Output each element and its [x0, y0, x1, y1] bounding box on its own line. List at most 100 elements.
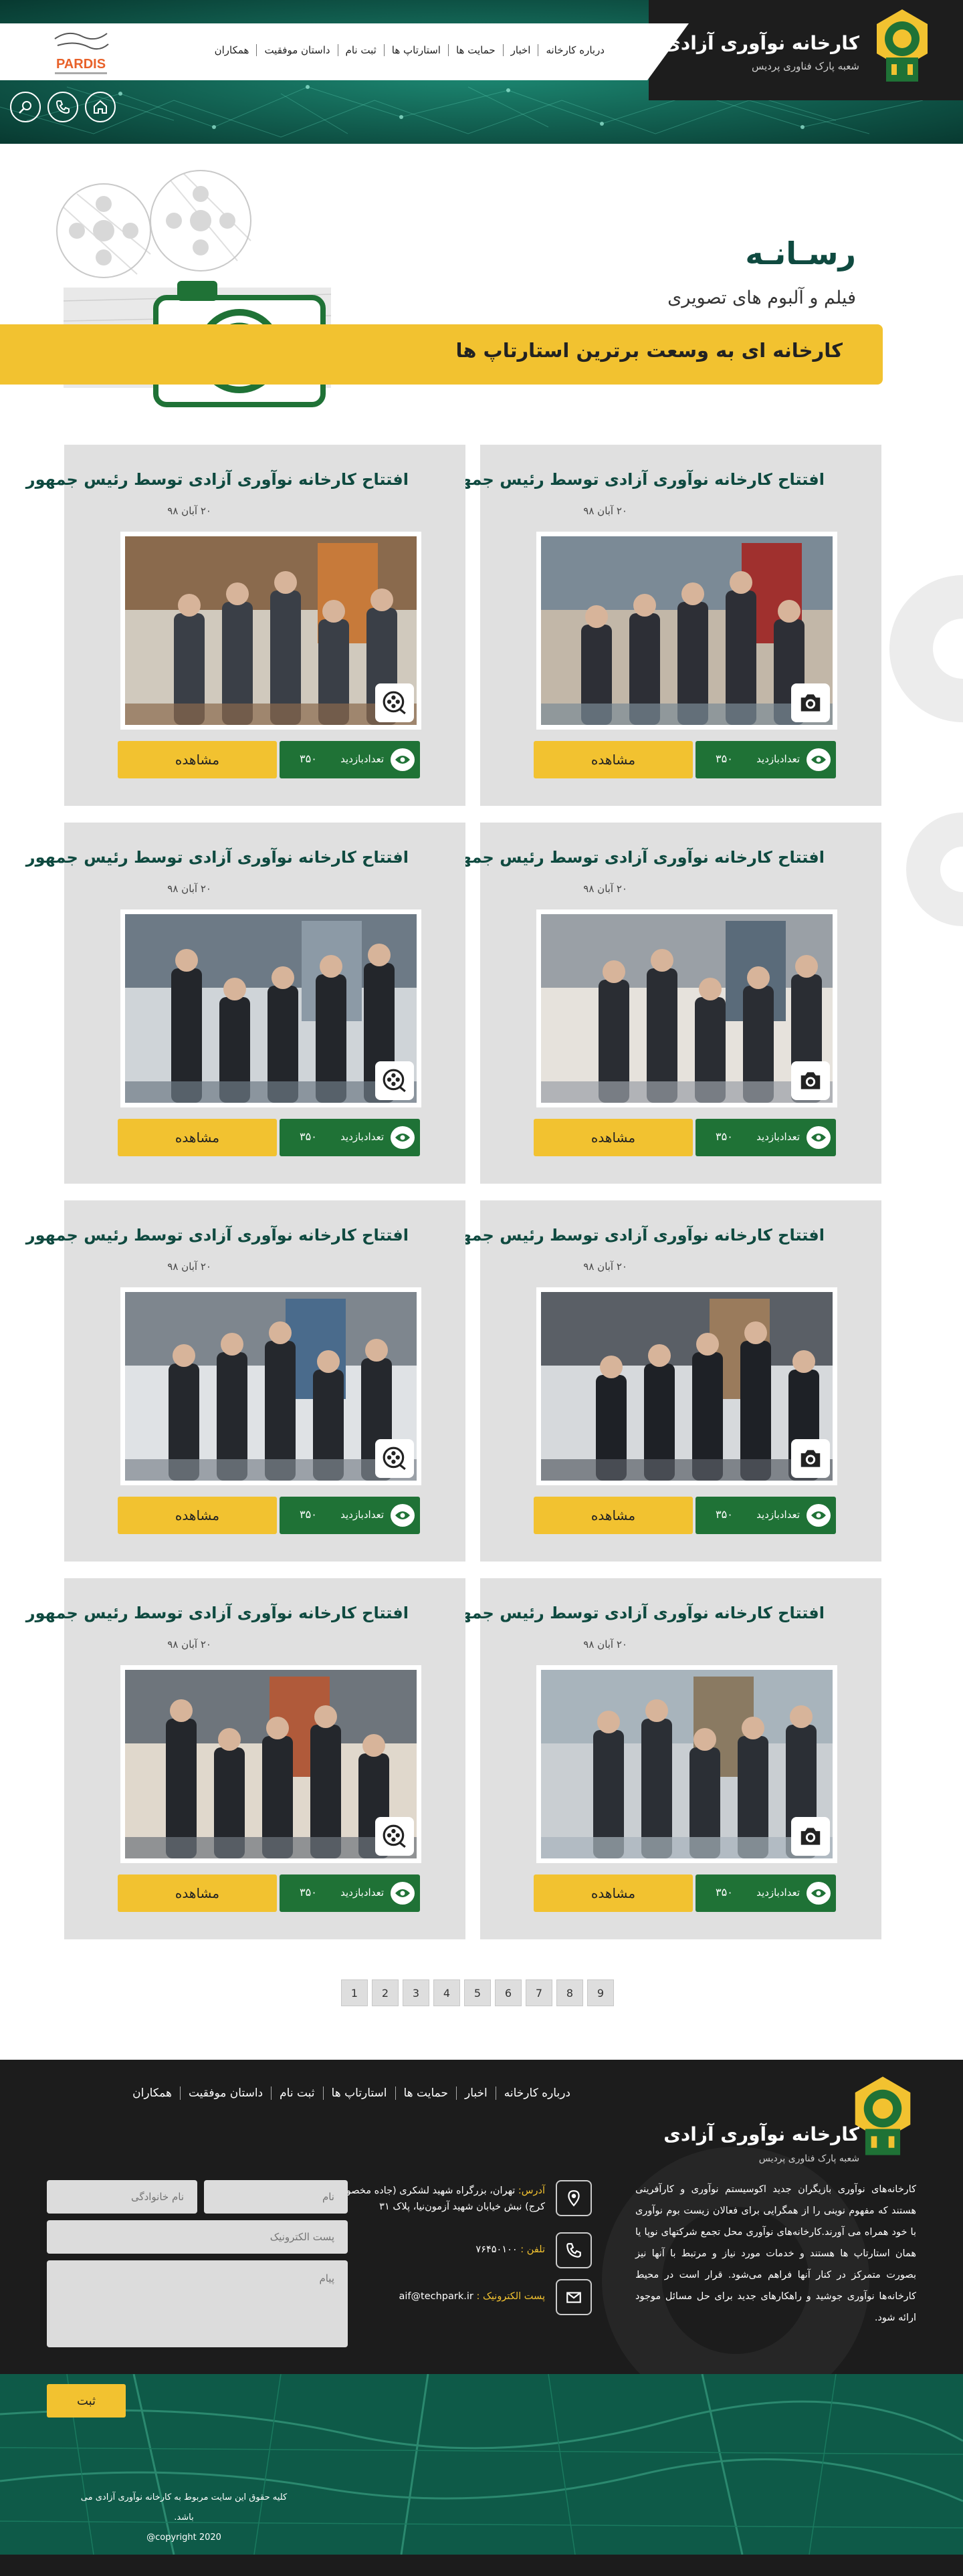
email-label: پست الکترونیک :: [476, 2291, 545, 2302]
footer-logo-icon[interactable]: [849, 2073, 916, 2160]
page-3[interactable]: 3: [403, 1979, 429, 2006]
footer-about-text: کارخانه‌های نوآوری بازیگران جدید اکوسیست…: [635, 2184, 916, 2323]
event-photo: [125, 1292, 417, 1481]
search-button[interactable]: [10, 92, 41, 122]
card-title[interactable]: افتتاح کارخانه نوآوری آزادی توسط رئیس جم…: [26, 1226, 409, 1245]
brand-logo-icon[interactable]: [871, 7, 933, 86]
card-photo[interactable]: [536, 909, 837, 1107]
footer-nav-news[interactable]: اخبار: [456, 2086, 496, 2100]
media-card[interactable]: افتتاح کارخانه نوآوری آزادی توسط رئیس جم…: [26, 445, 465, 806]
visit-count-badge: تعدادبازدید ۳۵۰: [696, 1874, 836, 1912]
view-button[interactable]: مشاهده: [118, 1497, 277, 1534]
page-4[interactable]: 4: [433, 1979, 460, 2006]
nav-success-stories[interactable]: داستان موفقیت: [256, 44, 337, 56]
home-button[interactable]: [85, 92, 116, 122]
footer-nav-startups[interactable]: استارتاپ ها: [322, 2086, 395, 2100]
footer-brand-subtitle: شعبه پارک فناوری پردیس: [758, 2153, 859, 2164]
footer-nav-register[interactable]: ثبت نام: [271, 2086, 322, 2100]
phone-value[interactable]: ۷۶۴۵۰۱۰۰: [475, 2244, 517, 2255]
media-card[interactable]: افتتاح کارخانه نوآوری آزادی توسط رئیس جم…: [26, 823, 465, 1184]
visit-count-label: تعدادبازدید: [340, 1509, 384, 1521]
card-photo[interactable]: [536, 532, 837, 730]
card-photo[interactable]: [120, 1287, 421, 1485]
submit-button[interactable]: ثبت: [47, 2384, 126, 2418]
card-photo[interactable]: [120, 909, 421, 1107]
page-7[interactable]: 7: [526, 1979, 552, 2006]
media-type-badge: [791, 1817, 830, 1856]
card-title[interactable]: افتتاح کارخانه نوآوری آزادی توسط رئیس جم…: [442, 848, 825, 867]
family-field[interactable]: [47, 2180, 197, 2214]
media-card[interactable]: افتتاح کارخانه نوآوری آزادی توسط رئیس جم…: [442, 445, 881, 806]
view-button[interactable]: مشاهده: [534, 1497, 693, 1534]
card-title[interactable]: افتتاح کارخانه نوآوری آزادی توسط رئیس جم…: [442, 1604, 825, 1622]
nav-register[interactable]: ثبت نام: [337, 44, 384, 56]
page-5[interactable]: 5: [464, 1979, 491, 2006]
contact-address: آدرس: تهران، بزرگراه شهید لشکری (جاده مخ…: [324, 2180, 592, 2227]
page-9[interactable]: 9: [587, 1979, 614, 2006]
media-card[interactable]: افتتاح کارخانه نوآوری آزادی توسط رئیس جم…: [442, 1200, 881, 1562]
phone-button[interactable]: [47, 92, 78, 122]
page-2[interactable]: 2: [372, 1979, 399, 2006]
pardis-logo[interactable]: PARDIS: [41, 27, 120, 80]
media-card[interactable]: افتتاح کارخانه نوآوری آزادی توسط رئیس جم…: [442, 823, 881, 1184]
card-photo[interactable]: [536, 1665, 837, 1863]
video-reel-icon: [383, 1069, 406, 1093]
contact-email: پست الکترونیک : aif@techpark.ir: [324, 2279, 592, 2319]
event-photo: [125, 536, 417, 725]
card-photo[interactable]: [536, 1287, 837, 1485]
view-button[interactable]: مشاهده: [534, 741, 693, 778]
card-title[interactable]: افتتاح کارخانه نوآوری آزادی توسط رئیس جم…: [26, 1604, 409, 1622]
nav-news[interactable]: اخبار: [502, 44, 538, 56]
page-8[interactable]: 8: [556, 1979, 583, 2006]
event-photo: [541, 914, 833, 1103]
email-field[interactable]: [47, 2220, 348, 2254]
address-value: تهران، بزرگراه شهید لشکری (جاده مخصوص کر…: [334, 2185, 545, 2212]
visit-count-badge: تعدادبازدید ۳۵۰: [280, 741, 420, 778]
card-photo[interactable]: [120, 532, 421, 730]
visit-count-label: تعدادبازدید: [340, 753, 384, 765]
footer-nav-support[interactable]: حمایت ها: [395, 2086, 457, 2100]
media-type-badge: [375, 683, 414, 722]
page-1[interactable]: 1: [341, 1979, 368, 2006]
card-photo[interactable]: [120, 1665, 421, 1863]
message-field[interactable]: [47, 2260, 348, 2347]
media-card[interactable]: افتتاح کارخانه نوآوری آزادی توسط رئیس جم…: [442, 1578, 881, 1939]
phone-icon: [56, 100, 70, 114]
name-field[interactable]: [204, 2180, 348, 2214]
nav-bar-slant: [642, 23, 689, 80]
card-title[interactable]: افتتاح کارخانه نوآوری آزادی توسط رئیس جم…: [26, 848, 409, 867]
nav-support[interactable]: حمایت ها: [447, 44, 503, 56]
visit-count-label: تعدادبازدید: [756, 1131, 800, 1143]
visit-count-value: ۳۵۰: [716, 1130, 733, 1143]
gear-decoration: [889, 575, 963, 926]
view-button[interactable]: مشاهده: [118, 1119, 277, 1156]
brand-subtitle: شعبه پارک فناوری پردیس: [751, 60, 859, 72]
media-card[interactable]: افتتاح کارخانه نوآوری آزادی توسط رئیس جم…: [26, 1578, 465, 1939]
footer-nav-success-stories[interactable]: داستان موفقیت: [179, 2086, 271, 2100]
footer-nav-partners[interactable]: همکاران: [124, 2086, 180, 2100]
visit-count-label: تعدادبازدید: [756, 1509, 800, 1521]
card-title[interactable]: افتتاح کارخانه نوآوری آزادی توسط رئیس جم…: [26, 470, 409, 489]
contact-phone: تلفن : ۷۶۴۵۰۱۰۰: [324, 2232, 592, 2272]
email-value[interactable]: aif@techpark.ir: [399, 2291, 473, 2302]
visit-count-label: تعدادبازدید: [340, 1887, 384, 1899]
nav-about[interactable]: درباره کارخانه: [538, 44, 612, 56]
media-card[interactable]: افتتاح کارخانه نوآوری آزادی توسط رئیس جم…: [26, 1200, 465, 1562]
view-button[interactable]: مشاهده: [534, 1874, 693, 1912]
view-button[interactable]: مشاهده: [118, 1874, 277, 1912]
video-reel-icon: [383, 691, 406, 715]
media-type-badge: [791, 1061, 830, 1100]
card-date: ۲۰ آبان ۹۸: [167, 1638, 211, 1650]
nav-startups[interactable]: استارتاپ ها: [383, 44, 448, 56]
page-6[interactable]: 6: [495, 1979, 522, 2006]
nav-partners[interactable]: همکاران: [207, 44, 257, 56]
visit-count-badge: تعدادبازدید ۳۵۰: [280, 1874, 420, 1912]
footer-nav-about[interactable]: درباره کارخانه: [495, 2086, 578, 2100]
card-title[interactable]: افتتاح کارخانه نوآوری آزادی توسط رئیس جم…: [442, 1226, 825, 1245]
card-title[interactable]: افتتاح کارخانه نوآوری آزادی توسط رئیس جم…: [442, 470, 825, 489]
brand-title[interactable]: کارخانه نوآوری آزادی: [663, 32, 859, 54]
view-button[interactable]: مشاهده: [118, 741, 277, 778]
view-button[interactable]: مشاهده: [534, 1119, 693, 1156]
eye-icon: [807, 1126, 831, 1149]
main-nav: درباره کارخانه اخبار حمایت ها استارتاپ ه…: [207, 44, 612, 56]
